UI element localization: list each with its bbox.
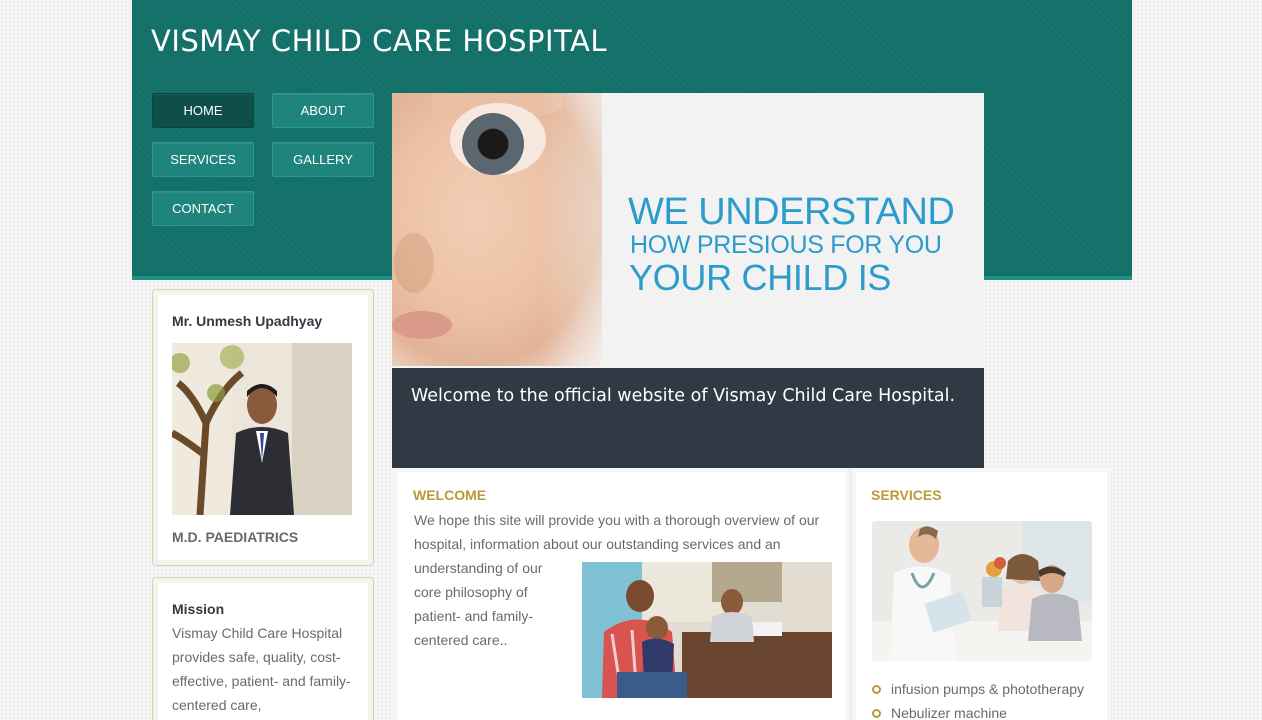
hero-banner-image: WE UNDERSTAND HOW PRESIOUS FOR YOU YOUR … (392, 93, 984, 366)
services-photo (872, 521, 1092, 661)
welcome-continued: understanding of our core philosophy of … (414, 560, 543, 648)
welcome-banner-text: Welcome to the official website of Visma… (411, 386, 956, 406)
doctor-name: Mr. Unmesh Upadhyay (172, 313, 323, 329)
bullet-ring-icon (872, 684, 881, 694)
services-item-label: infusion pumps & phototherapy (891, 681, 1085, 697)
nav-services-button[interactable]: SERVICES (152, 142, 254, 177)
welcome-banner: Welcome to the official website of Visma… (392, 368, 984, 468)
welcome-intro: We hope this site will provide you with … (414, 512, 820, 552)
site-title: VISMAY CHILD CARE HOSPITAL (151, 24, 607, 58)
hero-headline-2: HOW PRESIOUS FOR YOU (630, 231, 942, 259)
doctor-card: Mr. Unmesh Upadhyay M.D. PAEDIATRICS (152, 289, 374, 566)
doctor-photo (172, 343, 352, 515)
mission-title: Mission (172, 601, 225, 617)
welcome-title: WELCOME (413, 487, 487, 503)
mission-body: Vismay Child Care Hospital provides safe… (172, 625, 351, 713)
services-section: SERVICES infusion pumps & phototherapy N… (851, 468, 1112, 720)
nav-gallery-button[interactable]: GALLERY (272, 142, 374, 177)
services-list-item: infusion pumps & phototherapy (872, 681, 1084, 697)
nav-about-button[interactable]: ABOUT (272, 93, 374, 128)
mission-card: Mission Vismay Child Care Hospital provi… (152, 577, 374, 720)
welcome-section: WELCOME We hope this site will provide y… (393, 468, 850, 720)
services-list-item: Nebulizer machine (872, 705, 1007, 720)
hero-headline-1: WE UNDERSTAND (628, 191, 955, 233)
bullet-ring-icon (872, 708, 881, 718)
nav-contact-button[interactable]: CONTACT (152, 191, 254, 226)
hero-headline-3: YOUR CHILD IS (629, 257, 892, 298)
doctor-qualification: M.D. PAEDIATRICS (172, 529, 299, 545)
nav-home-button[interactable]: HOME (152, 93, 254, 128)
services-title: SERVICES (871, 487, 942, 503)
services-item-label: Nebulizer machine (891, 705, 1007, 720)
clinic-photo (582, 562, 832, 698)
